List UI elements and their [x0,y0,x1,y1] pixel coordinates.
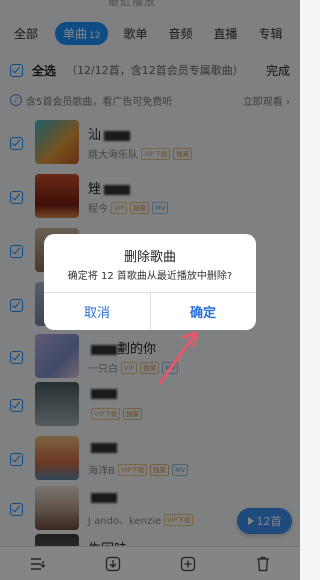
cancel-button[interactable]: 取消 [44,292,150,330]
dialog-title: 删除歌曲 [123,250,176,265]
dialog-message: 确定将 12 首歌曲从最近播放中删除? [67,271,233,282]
delete-confirm-dialog: 删除歌曲 确定将 12 首歌曲从最近播放中删除? 取消 确定 [44,234,256,330]
confirm-button[interactable]: 确定 [150,292,256,330]
